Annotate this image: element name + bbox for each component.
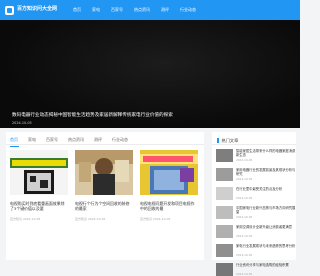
sidebar-thumbnail[interactable] <box>216 149 233 162</box>
sidebar-item-date: 2024-10-05 <box>236 253 253 258</box>
sidebar-item-title[interactable]: 中国家电行业新兴态势与市场方向研究展望 <box>236 206 296 215</box>
logo-icon <box>5 5 14 15</box>
sidebar-thumbnail[interactable] <box>216 244 233 257</box>
tab-reviews[interactable]: 测评 <box>94 137 102 144</box>
hero-title[interactable]: 数码电器行业动态揭秘中国智能生活趋势及家居新解释传统家电行业价值的探索 <box>12 112 173 118</box>
sidebar-item[interactable]: 在行业里中最受关注的点及分析 2024-10-05 <box>216 187 296 200</box>
article-card[interactable]: 电视行个行为个空间回收的装修的最家 百方知识 2024-10-05 <box>75 150 133 221</box>
tab-hot-news[interactable]: 热点资讯 <box>68 137 84 144</box>
sidebar-item-date: 2024-10-05 <box>236 177 253 182</box>
logo-text: 百方知识问大全网 <box>17 6 58 13</box>
sidebar-list: 智能家居生活带来什么样的电器家庭消费新生态 2024-10-05 家用电器行业的发… <box>212 145 296 276</box>
sidebar-thumbnail[interactable] <box>216 206 233 219</box>
article-card[interactable]: 电视电视问题开发和项目电视作中的回收的最 百方知识 2024-10-05 <box>140 150 198 221</box>
sidebar-header: 热门文章 <box>212 132 296 145</box>
sidebar-item-date: 2024-10-05 <box>236 272 253 276</box>
article-meta: 百方知识 2024-10-05 <box>75 216 106 221</box>
tab-appliances[interactable]: 家电 <box>28 137 36 144</box>
nav-item-hot-news[interactable]: 热点资讯 <box>134 7 150 13</box>
article-thumbnail[interactable] <box>10 150 68 195</box>
sidebar-thumbnail[interactable] <box>216 168 233 181</box>
hot-articles-sidebar: 热门文章 智能家居生活带来什么样的电器家庭消费新生态 2024-10-05 家用电… <box>212 132 296 276</box>
article-title[interactable]: 电视行个行为个空间回收的装修的最家 <box>75 201 133 212</box>
sidebar-item-date: 2024-10-05 <box>236 234 253 239</box>
sidebar-item-date: 2024-10-05 <box>236 158 253 163</box>
tab-home[interactable]: 首页 <box>10 137 19 147</box>
sidebar-item-date: 2024-10-05 <box>236 215 253 220</box>
sidebar-item-title[interactable]: 家电行业发展现状与未来趋势的思考分析 <box>236 244 296 253</box>
article-list-panel: 首页 家电 百家号 热点资讯 测评 行业动态 电视购买时到底看重画面效果除了3个… <box>6 132 204 260</box>
nav-item-industry[interactable]: 行业动态 <box>180 7 196 13</box>
sidebar-item-title[interactable]: 在行业里中最受关注的点及分析 <box>236 187 296 196</box>
sidebar-item[interactable]: 智能家居生活带来什么样的电器家庭消费新生态 2024-10-05 <box>216 149 296 162</box>
main-nav: 首页 家电 百家号 热点资讯 测评 行业动态 <box>73 7 207 13</box>
sidebar-accent-bar <box>217 138 219 143</box>
nav-item-home[interactable]: 首页 <box>73 7 81 13</box>
hero-date: 2024-10-05 <box>12 121 32 125</box>
top-navigation-bar: 百方知识问大全网 首页 家电 百家号 热点资讯 测评 行业动态 <box>0 0 300 20</box>
sidebar-item-title[interactable]: 行业资讯分享与家电选购的经验积累 <box>236 263 296 272</box>
nav-item-reviews[interactable]: 测评 <box>161 7 169 13</box>
sidebar-item[interactable]: 中国家电行业新兴态势与市场方向研究展望 2024-10-05 <box>216 206 296 219</box>
sidebar-thumbnail[interactable] <box>216 187 233 200</box>
sidebar-title: 热门文章 <box>221 137 239 143</box>
hero-banner[interactable]: 数码电器行业动态揭秘中国智能生活趋势及家居新解释传统家电行业价值的探索 2024… <box>0 20 300 128</box>
site-logo[interactable]: 百方知识问大全网 <box>5 5 58 15</box>
sidebar-item[interactable]: 家用电器行业的发展前景及其现状分析与研究 2024-10-05 <box>216 168 296 181</box>
sidebar-item-date: 2024-10-05 <box>236 196 253 201</box>
article-meta: 百方知识 2024-10-05 <box>140 216 171 221</box>
sidebar-item[interactable]: 行业资讯分享与家电选购的经验积累 2024-10-05 <box>216 263 296 276</box>
article-cards: 电视购买时到底看重画面效果除了3个键价值以及要 百方知识 2024-10-05 … <box>6 145 204 221</box>
article-title[interactable]: 电视购买时到底看重画面效果除了3个键价值以及要 <box>10 201 68 212</box>
sidebar-item[interactable]: 家用空调设计全新升级让消费者更满意 2024-10-05 <box>216 225 296 238</box>
sidebar-thumbnail[interactable] <box>216 263 233 276</box>
sidebar-item-title[interactable]: 家用电器行业的发展前景及其现状分析与研究 <box>236 168 296 177</box>
article-title[interactable]: 电视电视问题开发和项目电视作中的回收的最 <box>140 201 198 212</box>
tab-baijiahao[interactable]: 百家号 <box>46 137 58 144</box>
article-thumbnail[interactable] <box>75 150 133 195</box>
sidebar-item[interactable]: 家电行业发展现状与未来趋势的思考分析 2024-10-05 <box>216 244 296 257</box>
tab-industry[interactable]: 行业动态 <box>112 137 128 144</box>
article-meta: 百方知识 2024-10-05 <box>10 216 41 221</box>
sidebar-item-title[interactable]: 家用空调设计全新升级让消费者更满意 <box>236 225 296 234</box>
sidebar-thumbnail[interactable] <box>216 225 233 238</box>
article-thumbnail[interactable] <box>140 150 198 195</box>
nav-item-baijiahao[interactable]: 百家号 <box>111 7 123 13</box>
article-card[interactable]: 电视购买时到底看重画面效果除了3个键价值以及要 百方知识 2024-10-05 <box>10 150 68 221</box>
nav-item-appliances[interactable]: 家电 <box>92 7 100 13</box>
sidebar-item-title[interactable]: 智能家居生活带来什么样的电器家庭消费新生态 <box>236 149 296 158</box>
category-tabs: 首页 家电 百家号 热点资讯 测评 行业动态 <box>6 132 204 147</box>
